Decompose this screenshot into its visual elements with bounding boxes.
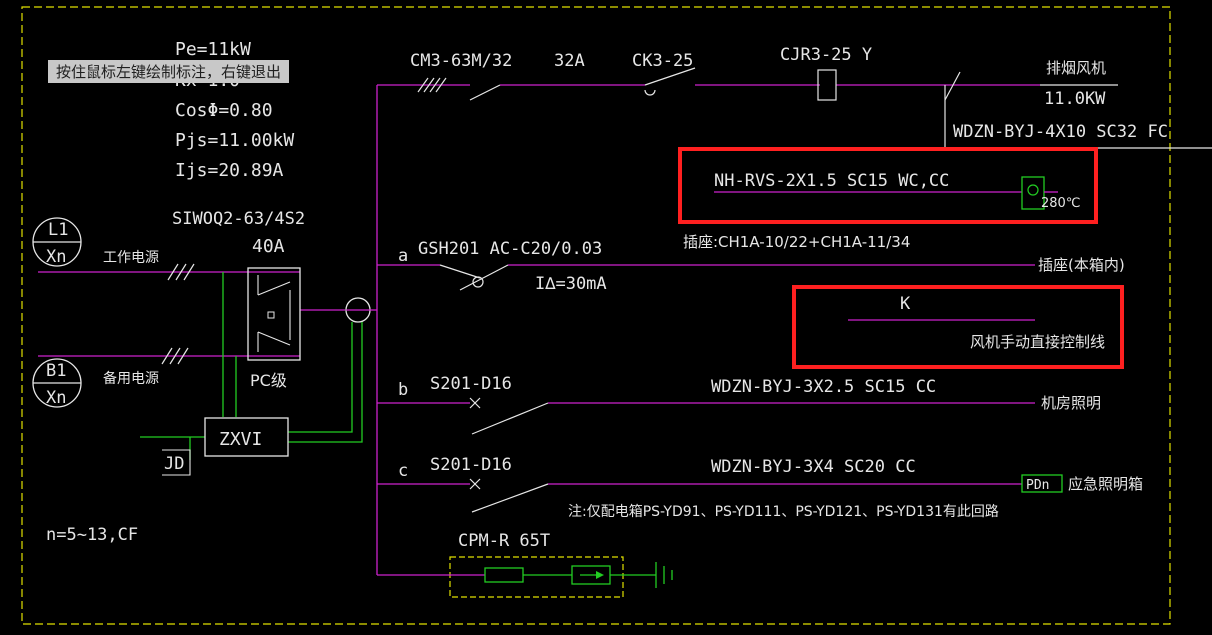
fan-switch-label: CK3-25	[632, 51, 693, 71]
work-power-label: 工作电源	[103, 250, 159, 266]
circuit-c-load-label: 应急照明箱	[1068, 475, 1143, 493]
ground-label: JD	[164, 454, 184, 474]
circuit-a-leak-label: I∆=30mA	[535, 274, 607, 294]
fan-rating-label: 32A	[554, 51, 585, 71]
circuit-c-cable-label: WDZN-BYJ-3X4 SC20 CC	[711, 457, 916, 477]
circuit-c-note: 注:仅配电箱PS-YD91、PS-YD111、PS-YD121、PS-YD131…	[568, 504, 999, 520]
fan-breaker-label: CM3-63M/32	[410, 51, 512, 71]
ats-class-label: PC级	[250, 371, 287, 390]
main-busbar	[370, 85, 378, 575]
circuit-c-breaker-label: S201-D16	[430, 455, 512, 475]
fire-control-line: NH-RVS-2X1.5 SC15 WC,CC 280℃	[714, 171, 1080, 211]
fan-relay-label: CJR3-25 Y	[780, 45, 872, 65]
circuit-c: c S201-D16 WDZN-BYJ-3X4 SC20 CC PDn 应急照明…	[377, 455, 1143, 520]
source-l1-symbol: L1 Xn	[32, 217, 82, 267]
ats-model-label: SIWOQ2-63/4S2	[172, 209, 305, 229]
circuit-b-cable-label: WDZN-BYJ-3X2.5 SC15 CC	[711, 377, 936, 397]
socket-label: 插座:CH1A-10/22+CH1A-11/34	[683, 233, 910, 251]
fan-circuit: CM3-63M/32 32A CK3-25 CJR3-25 Y 排烟风机 11.…	[377, 45, 1212, 149]
n-note-label: n=5~13,CF	[46, 525, 138, 545]
source-b1-symbol: B1 Xn	[32, 358, 82, 408]
k-label: K	[900, 294, 911, 314]
incoming-feeders	[38, 271, 345, 357]
controller-label: ZXVI	[219, 429, 262, 450]
circuit-c-tag: c	[398, 461, 408, 481]
zxvi-controller: ZXVI	[204, 417, 289, 457]
param-cos: CosΦ=0.80	[175, 100, 273, 121]
param-pjs: Pjs=11.00kW	[175, 130, 294, 151]
b1-xn-label: Xn	[46, 388, 66, 408]
fire-temp-label: 280℃	[1041, 196, 1080, 211]
circuit-a-breaker-label: GSH201 AC-C20/0.03	[418, 239, 602, 259]
manual-control-line: K 风机手动直接控制线	[848, 294, 1105, 351]
ats-rating-label: 40A	[252, 236, 285, 257]
phase-ticks	[161, 263, 195, 365]
param-pe: Pe=11kW	[175, 39, 251, 60]
b1-label: B1	[46, 361, 66, 381]
ground-symbol	[655, 562, 673, 588]
current-sensor-symbol	[345, 297, 371, 323]
ats-switch-symbol	[247, 267, 301, 361]
circuit-b: b S201-D16 WDZN-BYJ-3X2.5 SC15 CC 机房照明	[377, 374, 1101, 435]
backup-power-label: 备用电源	[103, 370, 159, 387]
circuit-b-tag: b	[398, 380, 408, 400]
spd-label: CPM-R 65T	[458, 531, 550, 551]
l1-label: L1	[48, 220, 68, 240]
circuit-a-tag: a	[398, 246, 408, 266]
l1-xn-label: Xn	[46, 247, 66, 267]
fire-cable-label: NH-RVS-2X1.5 SC15 WC,CC	[714, 171, 949, 191]
circuit-c-box-label: PDn	[1026, 478, 1049, 493]
draw-annotation-tooltip: 按住鼠标左键绘制标注，右键退出	[48, 60, 290, 83]
circuit-a-load-label: 插座(本箱内)	[1038, 256, 1125, 274]
circuit-b-breaker-label: S201-D16	[430, 374, 512, 394]
circuit-b-load-label: 机房照明	[1041, 394, 1101, 412]
highlight-box-manual-control	[792, 285, 1124, 369]
fan-cable-label: WDZN-BYJ-4X10 SC32 FC	[953, 122, 1168, 142]
surge-protector: CPM-R 65T	[377, 531, 673, 598]
fan-power-label: 11.0KW	[1044, 89, 1106, 109]
ground-jd: JD	[162, 449, 191, 476]
param-ijs: Ijs=20.89A	[175, 160, 284, 181]
k-desc-label: 风机手动直接控制线	[970, 333, 1105, 351]
schematic-canvas[interactable]: Pe=11kW Kx=1.0 CosΦ=0.80 Pjs=11.00kW Ijs…	[0, 0, 1212, 635]
fan-load-label: 排烟风机	[1046, 59, 1106, 77]
